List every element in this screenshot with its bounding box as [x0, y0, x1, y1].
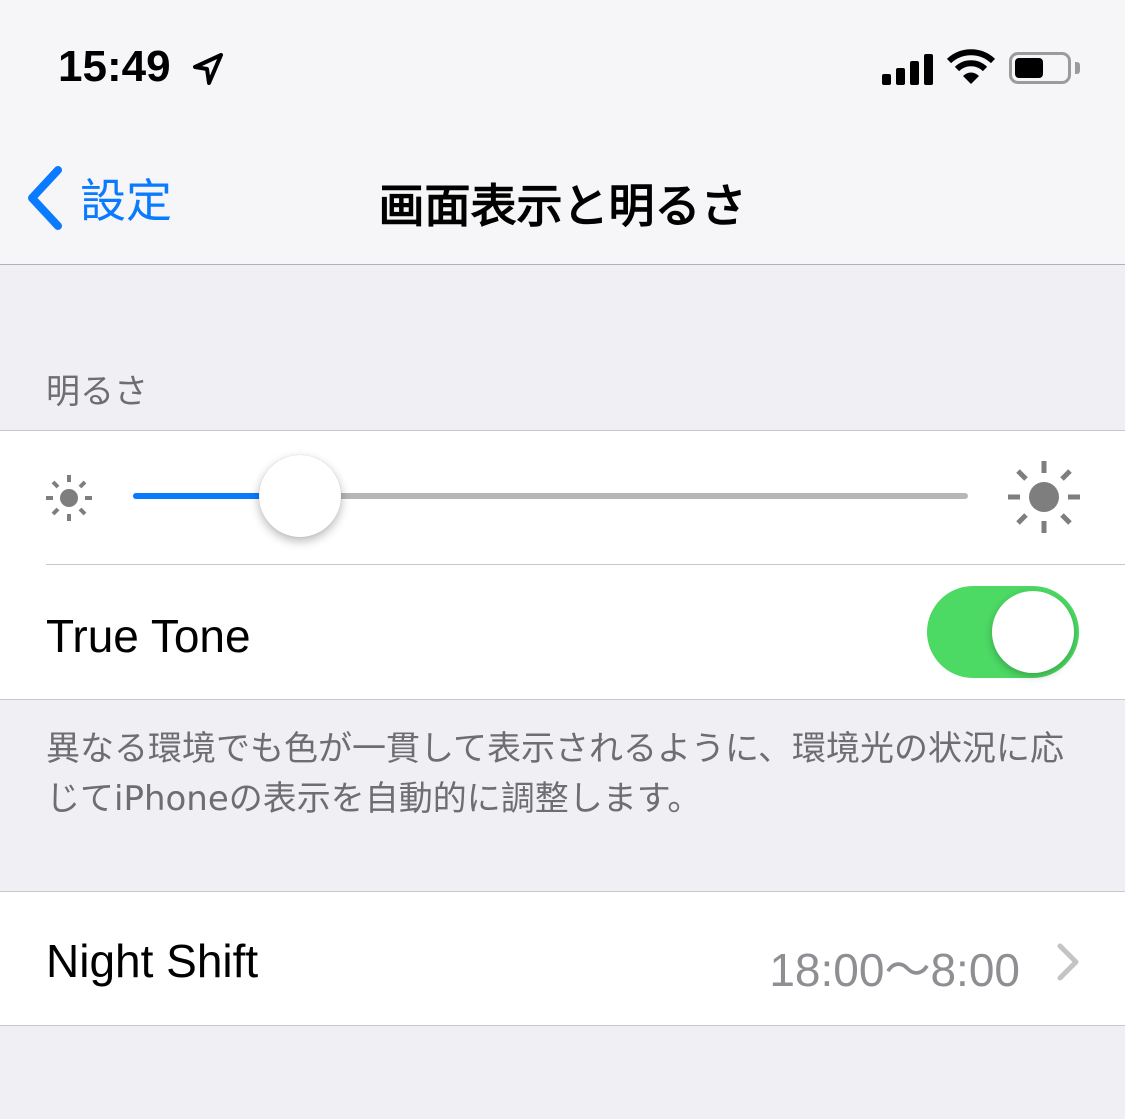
location-arrow-icon — [193, 53, 223, 85]
wifi-icon — [946, 49, 996, 84]
night-shift-label: Night Shift — [46, 935, 259, 987]
sun-large-icon — [1008, 461, 1080, 533]
true-tone-toggle[interactable] — [927, 586, 1079, 678]
section-header-brightness: 明るさ — [46, 372, 148, 412]
status-time: 15:49 — [58, 42, 171, 91]
page-title: 画面表示と明るさ — [378, 179, 747, 233]
slider-thumb[interactable] — [259, 455, 341, 537]
night-shift-value: 18:00〜8:00 — [769, 944, 1020, 996]
night-shift-row[interactable]: Night Shift 18:00〜8:00 — [0, 891, 1125, 1026]
battery-icon — [1009, 52, 1071, 84]
sun-small-icon — [46, 475, 92, 521]
chevron-right-icon — [1057, 943, 1079, 981]
brightness-slider[interactable] — [133, 455, 968, 537]
true-tone-label: True Tone — [46, 610, 251, 662]
status-bar: 15:49 — [0, 0, 1125, 130]
cellular-signal-icon — [882, 54, 933, 85]
true-tone-footer: 異なる環境でも色が一貫して表示されるように、環境光の状況に応じてiPhoneの表… — [46, 729, 1064, 819]
divider — [46, 564, 1125, 565]
